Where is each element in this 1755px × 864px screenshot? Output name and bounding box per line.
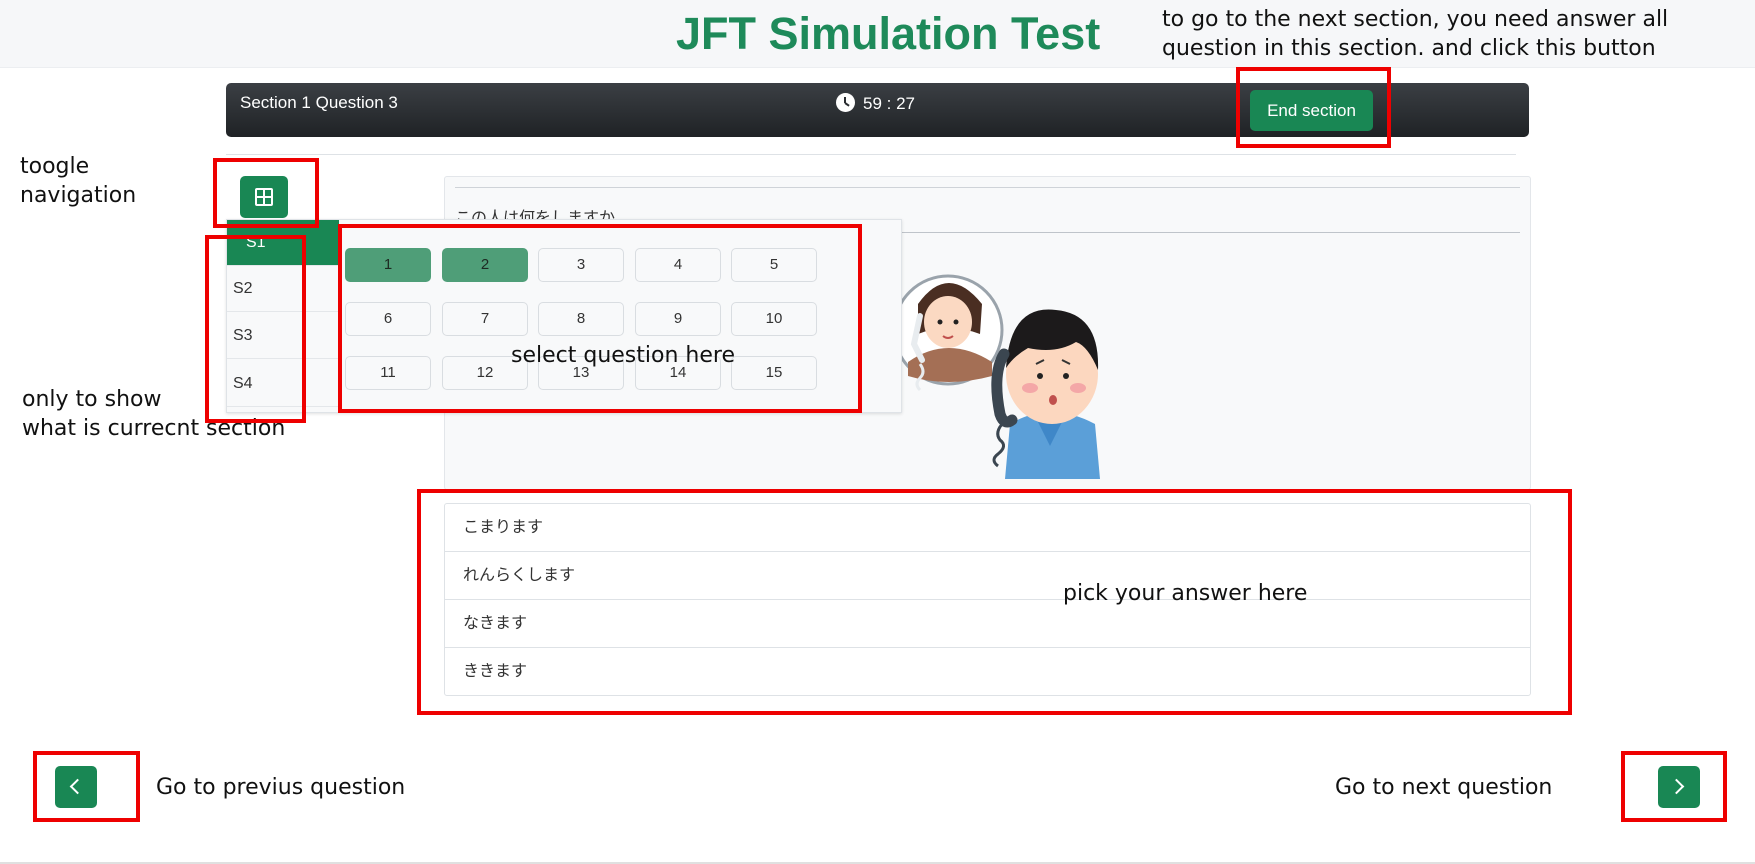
- answer-option-2[interactable]: れんらくします: [445, 551, 1530, 599]
- section-tab-s1[interactable]: S1: [227, 220, 339, 266]
- divider: [455, 187, 1520, 188]
- annotation-select-question: select question here: [511, 343, 735, 368]
- timer: 59 : 27: [836, 93, 915, 114]
- question-button-10[interactable]: 10: [731, 302, 817, 336]
- grid-icon: [255, 188, 273, 206]
- question-illustration: [900, 274, 1100, 479]
- clock-icon: [836, 93, 855, 112]
- toggle-navigation-button[interactable]: [240, 176, 288, 218]
- annotation-line: what is currecnt section: [22, 416, 286, 441]
- question-button-11[interactable]: 11: [345, 356, 431, 390]
- answer-list: こまります れんらくします なきます ききます: [444, 503, 1531, 696]
- timer-value: 59 : 27: [863, 94, 915, 113]
- question-button-8[interactable]: 8: [538, 302, 624, 336]
- question-button-7[interactable]: 7: [442, 302, 528, 336]
- next-question-button[interactable]: [1658, 766, 1700, 808]
- question-button-6[interactable]: 6: [345, 302, 431, 336]
- annotation-line: navigation: [20, 183, 137, 208]
- section-tab-s2[interactable]: S2: [227, 266, 339, 312]
- question-button-3[interactable]: 3: [538, 248, 624, 282]
- answer-option-4[interactable]: ききます: [445, 647, 1530, 695]
- annotation-end-section: to go to the next section, you need answ…: [1162, 5, 1668, 63]
- section-question-label: Section 1 Question 3: [240, 93, 398, 112]
- previous-question-button[interactable]: [55, 766, 97, 808]
- annotation-next: Go to next question: [1335, 775, 1553, 800]
- question-button-15[interactable]: 15: [731, 356, 817, 390]
- question-button-9[interactable]: 9: [635, 302, 721, 336]
- question-button-2[interactable]: 2: [442, 248, 528, 282]
- annotation-line: to go to the next section, you need answ…: [1162, 7, 1669, 32]
- end-section-button[interactable]: End section: [1250, 90, 1373, 131]
- annotation-line: toogle: [20, 154, 90, 179]
- annotation-pick-answer: pick your answer here: [1063, 581, 1308, 606]
- divider: [226, 154, 1516, 155]
- question-button-1[interactable]: 1: [345, 248, 431, 282]
- chevron-right-icon: [1668, 778, 1685, 795]
- question-navigation-panel: S1 S2 S3 S4 1 2 3 4 5 6 7 8 9 10 11 12 1…: [226, 219, 902, 413]
- annotation-toggle-navigation: toogle navigation: [20, 152, 136, 210]
- answer-option-3[interactable]: なきます: [445, 599, 1530, 647]
- annotation-previous: Go to previus question: [156, 775, 406, 800]
- answer-option-1[interactable]: こまります: [445, 504, 1530, 551]
- question-button-5[interactable]: 5: [731, 248, 817, 282]
- app-title: JFT Simulation Test: [676, 8, 1101, 59]
- question-button-4[interactable]: 4: [635, 248, 721, 282]
- annotation-line: only to show: [22, 387, 162, 412]
- annotation-current-section: only to show what is currecnt section: [22, 385, 285, 443]
- annotation-line: question in this section. and click this…: [1162, 36, 1656, 61]
- chevron-left-icon: [69, 778, 86, 795]
- section-tab-s3[interactable]: S3: [227, 313, 339, 359]
